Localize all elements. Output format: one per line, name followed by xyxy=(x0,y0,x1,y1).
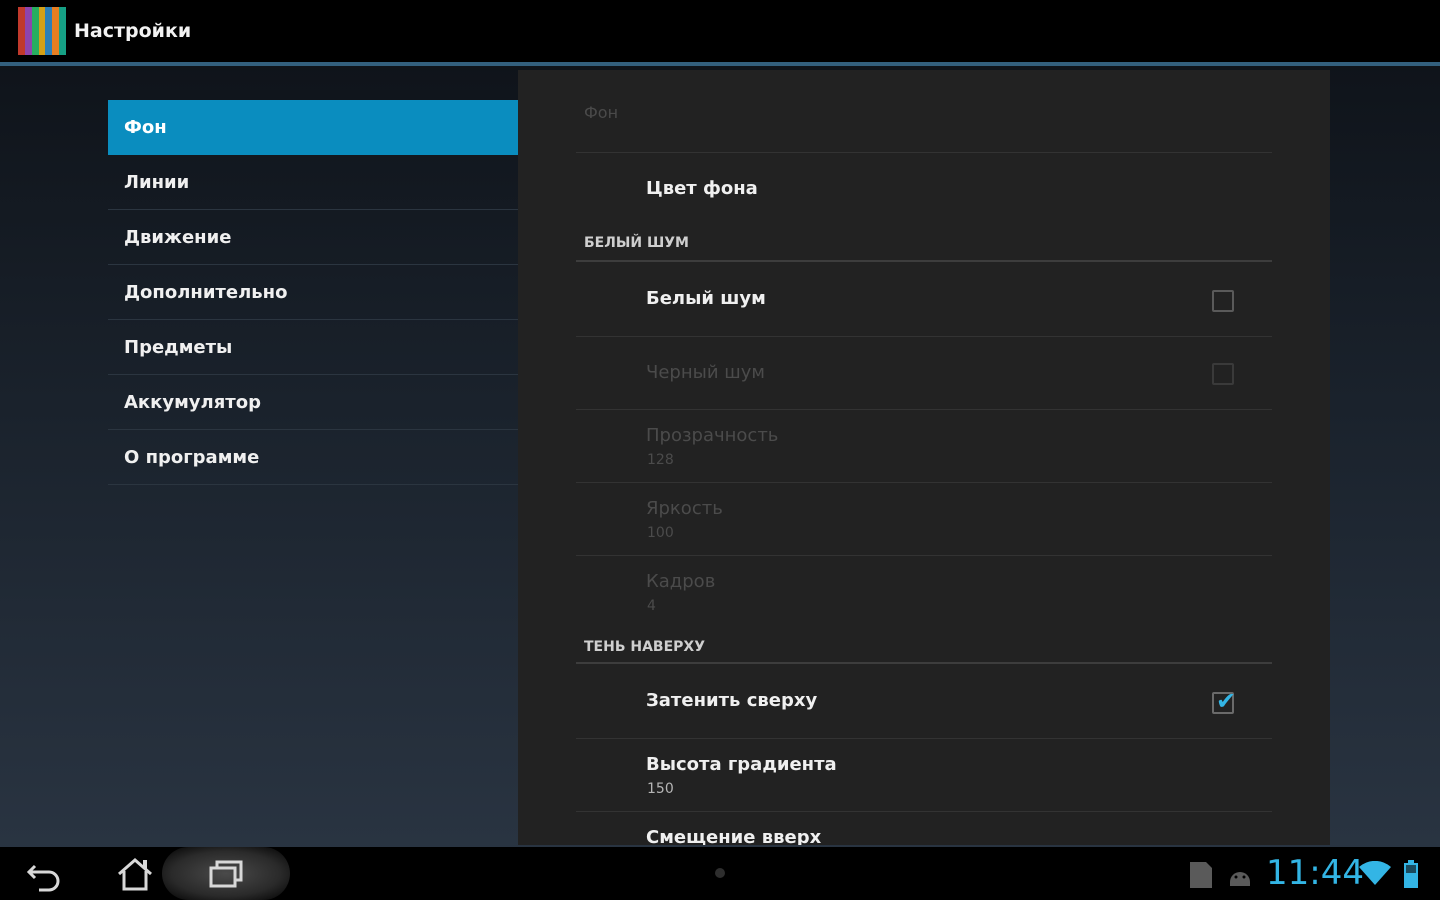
nav-item-background[interactable]: Фон xyxy=(108,100,518,155)
sd-card-icon xyxy=(1188,860,1214,894)
settings-headers-list: Фон Линии Движение Дополнительно Предмет… xyxy=(108,100,518,485)
section-header-top-shadow: ТЕНЬ НАВЕРХУ xyxy=(584,639,706,655)
background-color-title: Цвет фона xyxy=(646,178,758,199)
home-icon xyxy=(118,857,152,890)
settings-detail-panel: Фон Цвет фона БЕЛЫЙ ШУМ Белый шум Черный… xyxy=(518,70,1330,845)
shade-top-title: Затенить сверху xyxy=(646,690,818,711)
app-icon-stripe xyxy=(24,7,32,55)
shade-top-row[interactable]: Затенить сверху ✔ xyxy=(576,665,1272,739)
battery-icon xyxy=(1402,860,1420,894)
nav-item-advanced[interactable]: Дополнительно xyxy=(108,265,518,320)
app-icon-stripe xyxy=(59,7,67,55)
white-noise-checkbox[interactable] xyxy=(1212,290,1234,312)
brightness-title: Яркость xyxy=(646,498,723,519)
panel-title-divider xyxy=(576,152,1272,153)
white-noise-title: Белый шум xyxy=(646,288,766,309)
shade-top-checkbox[interactable]: ✔ xyxy=(1212,687,1236,715)
opacity-row: Прозрачность 128 xyxy=(576,410,1272,483)
app-icon-stripe xyxy=(18,7,25,55)
app-icon-stripe xyxy=(52,7,60,55)
android-icon xyxy=(1226,862,1254,892)
brightness-value: 100 xyxy=(647,525,674,541)
black-noise-row: Черный шум xyxy=(576,337,1272,410)
nav-item-motion[interactable]: Движение xyxy=(108,210,518,265)
section-header-white-noise: БЕЛЫЙ ШУМ xyxy=(584,235,689,251)
status-clock: 11:44 xyxy=(1266,853,1364,893)
section-divider xyxy=(576,662,1272,664)
back-icon xyxy=(26,864,60,891)
app-title: Настройки xyxy=(74,20,192,42)
frames-title: Кадров xyxy=(646,571,716,592)
page-indicator-dot xyxy=(715,868,725,878)
nav-item-about[interactable]: О программе xyxy=(108,430,518,485)
recents-icon xyxy=(209,860,243,887)
app-stripes-icon[interactable] xyxy=(18,7,67,55)
opacity-value: 128 xyxy=(647,452,674,468)
black-noise-checkbox xyxy=(1212,363,1234,385)
frames-row: Кадров 4 xyxy=(576,556,1272,622)
recents-button[interactable] xyxy=(180,847,270,900)
back-button[interactable] xyxy=(0,847,90,900)
brightness-row: Яркость 100 xyxy=(576,483,1272,556)
app-icon-stripe xyxy=(38,7,46,55)
nav-item-objects[interactable]: Предметы xyxy=(108,320,518,375)
background-color-row[interactable]: Цвет фона xyxy=(576,154,1272,226)
action-bar-divider xyxy=(0,62,1440,66)
frames-value: 4 xyxy=(647,598,656,614)
white-noise-row[interactable]: Белый шум xyxy=(576,263,1272,337)
wifi-icon xyxy=(1358,860,1392,891)
shift-up-row[interactable]: Смещение вверх xyxy=(576,812,1272,845)
gradient-height-value: 150 xyxy=(647,781,674,797)
app-icon-stripe xyxy=(31,7,39,55)
checkmark-icon: ✔ xyxy=(1216,687,1237,715)
action-bar: Настройки xyxy=(0,0,1440,62)
black-noise-title: Черный шум xyxy=(646,362,765,383)
section-divider xyxy=(576,260,1272,262)
panel-title: Фон xyxy=(584,103,619,122)
nav-item-lines[interactable]: Линии xyxy=(108,155,518,210)
app-icon-stripe xyxy=(45,7,53,55)
nav-item-battery[interactable]: Аккумулятор xyxy=(108,375,518,430)
opacity-title: Прозрачность xyxy=(646,425,779,446)
gradient-height-row[interactable]: Высота градиента 150 xyxy=(576,739,1272,812)
shift-up-title: Смещение вверх xyxy=(646,827,822,845)
gradient-height-title: Высота градиента xyxy=(646,754,837,775)
